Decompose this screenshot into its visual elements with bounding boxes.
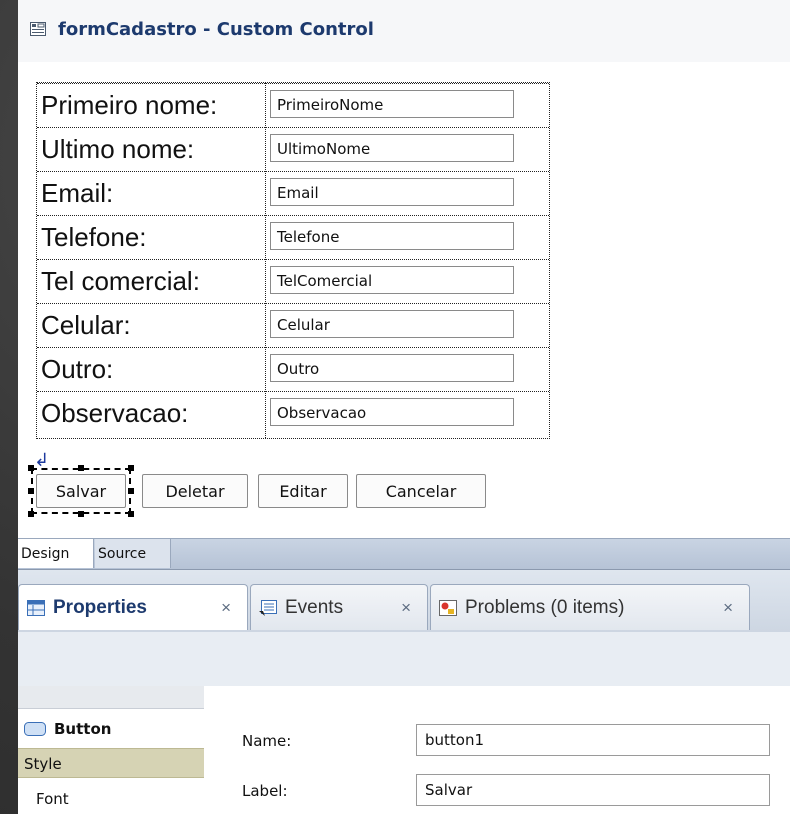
tab-events-label: Events (285, 596, 344, 618)
properties-main: Name: button1 Label: Salvar (204, 686, 790, 814)
tab-source[interactable]: Source (95, 539, 171, 568)
field-label: Celular: (41, 310, 131, 340)
properties-toolbar (18, 632, 790, 687)
properties-icon (27, 599, 45, 616)
field-label: Ultimo nome: (41, 134, 195, 164)
form-table[interactable]: Primeiro nome: PrimeiroNome Ultimo nome:… (36, 82, 550, 439)
table-row[interactable]: Ultimo nome: UltimoNome (37, 127, 549, 172)
label-label: Label: (242, 782, 288, 800)
field-input[interactable]: Outro (270, 354, 514, 382)
editor-mode-tabs: Design Source (18, 538, 790, 570)
name-label: Name: (242, 732, 292, 750)
field-input[interactable]: TelComercial (270, 266, 514, 294)
field-input[interactable]: Telefone (270, 222, 514, 250)
label-field[interactable]: Salvar (416, 774, 770, 806)
views-tab-bar: Properties × Events × Problems (0 items)… (18, 570, 790, 632)
field-input[interactable]: PrimeiroNome (270, 90, 514, 118)
field-input[interactable]: Celular (270, 310, 514, 338)
custom-control-icon (30, 22, 46, 36)
resize-handle[interactable] (28, 488, 34, 494)
properties-sidebar: Button Style Font (18, 686, 205, 814)
close-icon[interactable]: × (723, 598, 733, 618)
field-label: Tel comercial: (41, 266, 200, 296)
field-input[interactable]: Email (270, 178, 514, 206)
problems-icon (439, 599, 457, 616)
events-icon (259, 599, 277, 616)
tab-design[interactable]: Design (18, 539, 94, 568)
table-row[interactable]: Telefone: Telefone (37, 215, 549, 260)
resize-handle[interactable] (128, 465, 134, 471)
deletar-button[interactable]: Deletar (142, 474, 248, 508)
editar-button[interactable]: Editar (258, 474, 348, 508)
close-icon[interactable]: × (401, 598, 411, 618)
field-label: Telefone: (41, 222, 147, 252)
resize-handle[interactable] (28, 511, 34, 517)
field-label: Outro: (41, 354, 114, 384)
table-row[interactable]: Outro: Outro (37, 347, 549, 392)
tab-events[interactable]: Events × (250, 584, 428, 630)
field-input[interactable]: UltimoNome (270, 134, 514, 162)
field-label: Primeiro nome: (41, 90, 218, 120)
table-row[interactable]: Primeiro nome: PrimeiroNome (37, 83, 549, 128)
field-label: Observacao: (41, 398, 189, 428)
resize-handle[interactable] (128, 488, 134, 494)
resize-handle[interactable] (128, 511, 134, 517)
tab-properties[interactable]: Properties × (18, 584, 248, 630)
resize-handle[interactable] (78, 511, 84, 517)
table-row[interactable]: Tel comercial: TelComercial (37, 259, 549, 304)
sidebar-header (18, 686, 205, 709)
tab-properties-label: Properties (53, 596, 147, 618)
tab-problems[interactable]: Problems (0 items) × (430, 584, 750, 630)
sidebar-item-style[interactable]: Style (18, 748, 204, 778)
sidebar-item-label: Button (54, 720, 112, 738)
editor-title: formCadastro - Custom Control (58, 19, 374, 40)
sidebar-item-font[interactable]: Font (18, 784, 204, 810)
table-row[interactable]: Observacao: Observacao (37, 391, 549, 436)
table-row[interactable]: Celular: Celular (37, 303, 549, 348)
button-icon (24, 722, 46, 736)
table-row[interactable]: Email: Email (37, 171, 549, 216)
sidebar-item-button[interactable]: Button (18, 714, 204, 744)
tab-problems-label: Problems (0 items) (465, 596, 625, 618)
close-icon[interactable]: × (221, 598, 231, 618)
salvar-button[interactable]: Salvar (36, 474, 126, 508)
field-input[interactable]: Observacao (270, 398, 514, 426)
resize-handle[interactable] (28, 465, 34, 471)
editor-header: formCadastro - Custom Control (18, 0, 790, 63)
field-label: Email: (41, 178, 114, 208)
design-canvas[interactable]: Primeiro nome: PrimeiroNome Ultimo nome:… (18, 62, 790, 540)
cancelar-button[interactable]: Cancelar (356, 474, 486, 508)
designer-window: formCadastro - Custom Control Primeiro n… (18, 0, 790, 814)
name-field[interactable]: button1 (416, 724, 770, 756)
resize-handle[interactable] (78, 465, 84, 471)
